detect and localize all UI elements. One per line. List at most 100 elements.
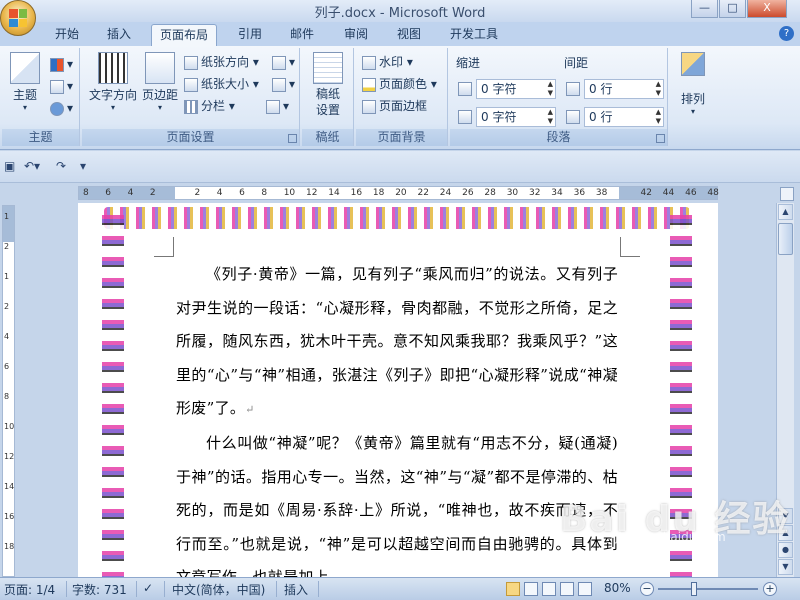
themes-button[interactable]: 主题 ▾ <box>8 52 42 112</box>
status-separator <box>318 581 319 597</box>
document-body[interactable]: 《列子·黄帝》一篇，见有列子“乘风而归”的说法。又有列子对尹生说的一段话：“心凝… <box>176 258 618 577</box>
columns-icon <box>184 99 198 114</box>
theme-fonts-button[interactable]: ▾ <box>50 76 73 96</box>
theme-effects-button[interactable]: ▾ <box>50 98 73 118</box>
watermark-button[interactable]: 水印 ▾ <box>362 52 413 72</box>
draft-paper-button[interactable]: 稿纸设置 <box>310 52 346 118</box>
zoom-out-icon[interactable]: − <box>640 582 654 596</box>
zoom-slider-knob[interactable] <box>691 582 697 596</box>
maximize-button[interactable]: □ <box>719 0 746 18</box>
customize-toolbar-icon[interactable]: ▾ <box>80 159 86 173</box>
scrollbar-thumb[interactable] <box>778 223 793 255</box>
tab-mailings[interactable]: 邮件 <box>282 24 322 46</box>
tab-review[interactable]: 审阅 <box>336 24 376 46</box>
themes-icon <box>10 52 40 84</box>
spacing-before-input[interactable]: 0 行 ▲ ▼ <box>584 79 664 99</box>
ruler-number: 30 <box>506 188 519 198</box>
zoom-level[interactable]: 80% <box>604 581 631 595</box>
full-screen-reading-icon[interactable] <box>524 582 538 596</box>
close-button[interactable]: X <box>747 0 787 18</box>
paragraph-mark-icon: ↵ <box>245 403 255 417</box>
status-separator <box>164 581 165 597</box>
paper-size-label: 纸张大小 <box>201 77 250 91</box>
ruler-number: 8 <box>261 188 268 198</box>
vertical-ruler-number: 10 <box>4 422 15 431</box>
art-border-top <box>104 207 690 229</box>
save-icon[interactable]: ▣ <box>4 159 15 173</box>
text-direction-button[interactable]: 文字方向 ▾ <box>88 52 138 112</box>
theme-colors-button[interactable]: ▾ <box>50 54 73 74</box>
group-page-setup-label: 页面设置 <box>82 129 299 146</box>
spin-arrows-icon[interactable]: ▲ ▼ <box>548 108 553 126</box>
chevron-down-icon: ▾ <box>157 103 162 112</box>
paragraph-launcher-icon[interactable] <box>656 134 665 143</box>
horizontal-ruler[interactable]: 8 6 4 2 2 4 6 8 10 12 14 16 18 20 22 24 26 28 30 32 34 36 38 42… <box>78 186 719 200</box>
ruler-number: 2 <box>194 188 201 198</box>
status-separator <box>136 581 137 597</box>
insert-mode[interactable]: 插入 <box>284 581 308 598</box>
print-layout-view-icon[interactable] <box>506 582 520 596</box>
orientation-button[interactable]: 纸张方向 ▾ <box>184 52 259 72</box>
spelling-check-icon[interactable]: ✓ <box>143 581 153 595</box>
ruler-number: 10 <box>283 188 296 198</box>
group-themes-label: 主题 <box>2 129 79 146</box>
breaks-button[interactable]: ▾ <box>272 52 295 72</box>
view-ruler-icon[interactable] <box>780 187 794 201</box>
tab-insert[interactable]: 插入 <box>99 24 139 46</box>
orientation-label: 纸张方向 <box>201 55 250 69</box>
minimize-button[interactable]: — <box>691 0 718 18</box>
next-page-icon[interactable]: ▼ <box>778 559 793 575</box>
zoom-slider[interactable] <box>658 582 758 596</box>
select-browse-object-icon[interactable]: ● <box>778 542 793 558</box>
language[interactable]: 中文(简体，中国) <box>172 581 265 598</box>
line-numbers-button[interactable]: ▾ <box>272 74 295 94</box>
spin-arrows-icon[interactable]: ▲ ▼ <box>656 80 661 98</box>
ruler-number: 44 <box>662 188 675 198</box>
office-button[interactable] <box>0 0 36 36</box>
vertical-ruler-number: 14 <box>4 482 15 491</box>
tab-references[interactable]: 引用 <box>230 24 270 46</box>
page-count[interactable]: 页面: 1/4 <box>4 581 55 598</box>
tab-view[interactable]: 视图 <box>389 24 429 46</box>
help-icon[interactable]: ? <box>779 26 794 41</box>
indent-right-input[interactable]: 0 字符 ▲ ▼ <box>476 107 556 127</box>
ruler-number: 38 <box>595 188 608 198</box>
watermark-label: 水印 <box>379 55 404 69</box>
tab-home[interactable]: 开始 <box>47 24 87 46</box>
indent-left-input[interactable]: 0 字符 ▲ ▼ <box>476 79 556 99</box>
page-borders-button[interactable]: 页面边框 <box>362 96 427 116</box>
ruler-number: 2 <box>149 188 156 198</box>
columns-button[interactable]: 分栏 ▾ <box>184 96 235 116</box>
tab-page-layout[interactable]: 页面布局 <box>151 24 218 46</box>
ruler-number: 18 <box>372 188 385 198</box>
spacing-after-input[interactable]: 0 行 ▲ ▼ <box>584 107 664 127</box>
spin-arrows-icon[interactable]: ▲ ▼ <box>656 108 661 126</box>
word-count[interactable]: 字数: 731 <box>72 581 127 598</box>
vertical-ruler-number: 2 <box>4 242 10 251</box>
hyphenation-button[interactable]: ▾ <box>266 96 289 116</box>
undo-icon[interactable]: ↶▾ <box>24 159 40 173</box>
vertical-ruler[interactable]: 1 2 1 2 4 6 8 10 12 14 16 18 <box>2 205 15 577</box>
arrange-button[interactable]: 排列 ▾ <box>676 52 710 116</box>
spacing-after-icon <box>566 110 580 124</box>
web-layout-icon[interactable] <box>542 582 556 596</box>
zoom-in-icon[interactable]: + <box>763 582 777 596</box>
spin-arrows-icon[interactable]: ▲ ▼ <box>548 80 553 98</box>
themes-button-label: 主题 <box>12 88 37 102</box>
arrange-icon <box>681 52 705 76</box>
scroll-up-icon[interactable]: ▲ <box>778 204 793 220</box>
draft-view-icon[interactable] <box>578 582 592 596</box>
page-setup-launcher-icon[interactable] <box>288 134 297 143</box>
ribbon: 主题 ▾ ▾ ▾ ▾ 主题 文字方向 ▾ 页边距 ▾ 纸张方向 ▾ 纸张大小 ▾… <box>0 46 800 150</box>
paper-size-button[interactable]: 纸张大小 ▾ <box>184 74 259 94</box>
page-color-button[interactable]: 页面颜色 ▾ <box>362 74 437 94</box>
ruler-number: 14 <box>328 188 340 198</box>
crop-mark-top-left <box>154 237 174 257</box>
redo-icon[interactable]: ↷ <box>56 159 66 173</box>
ruler-number: 48 <box>707 188 719 198</box>
margins-button[interactable]: 页边距 ▾ <box>140 52 180 112</box>
ruler-number: 20 <box>395 188 407 198</box>
ruler-number: 46 <box>685 188 697 198</box>
tab-developer[interactable]: 开发工具 <box>442 24 506 46</box>
outline-view-icon[interactable] <box>560 582 574 596</box>
